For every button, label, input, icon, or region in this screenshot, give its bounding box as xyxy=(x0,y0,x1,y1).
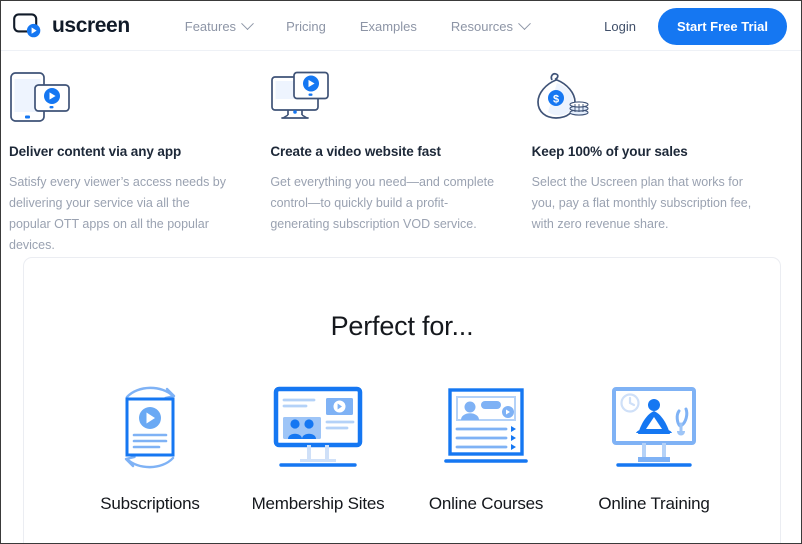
nav-label: Examples xyxy=(359,18,417,34)
login-link[interactable]: Login xyxy=(604,19,636,34)
money-bag-coins-icon: $ xyxy=(532,71,757,127)
nav-label: Pricing xyxy=(286,18,326,34)
feature-column: $ Keep 100% of your sales Select the Usc… xyxy=(532,71,793,256)
subscriptions-recurring-video-icon xyxy=(105,378,195,476)
site-logo[interactable]: uscreen xyxy=(13,13,130,39)
membership-sites-monitor-icon xyxy=(264,378,372,476)
start-free-trial-button[interactable]: Start Free Trial xyxy=(657,7,787,45)
use-case-subscriptions[interactable]: Subscriptions xyxy=(66,378,234,514)
feature-body: Select the Uscreen plan that works for y… xyxy=(531,175,752,231)
use-case-online-training[interactable]: Online Training xyxy=(570,378,738,514)
main-navigation: Features Pricing Examples Resources xyxy=(168,16,546,34)
online-training-yoga-icon xyxy=(600,378,708,476)
feature-body: Get everything you need—and complete con… xyxy=(270,175,495,231)
browser-viewport: uscreen Features Pricing Examples Resour… xyxy=(0,0,802,544)
nav-label: Features xyxy=(184,18,237,34)
uscreen-play-logo-icon xyxy=(13,13,45,39)
use-case-membership-sites[interactable]: Membership Sites xyxy=(234,378,402,514)
use-case-label: Online Training xyxy=(598,494,710,513)
chevron-down-icon xyxy=(241,16,254,30)
nav-item-pricing[interactable]: Pricing xyxy=(269,19,343,34)
feature-title: Keep 100% of your sales xyxy=(531,144,688,159)
feature-title: Deliver content via any app xyxy=(9,144,182,159)
use-case-online-courses[interactable]: Online Courses xyxy=(402,378,570,514)
feature-body: Satisfy every viewer’s access needs by d… xyxy=(9,175,226,252)
nav-item-features[interactable]: Features xyxy=(168,16,269,34)
logo-wordmark: uscreen xyxy=(52,14,130,37)
use-case-label: Membership Sites xyxy=(251,494,385,513)
desktop-monitor-video-icon xyxy=(270,71,495,127)
feature-title: Create a video website fast xyxy=(270,144,441,159)
chevron-down-icon xyxy=(518,16,531,30)
nav-label: Resources xyxy=(450,18,514,34)
perfect-for-card: Perfect for... Subscriptions Membership … xyxy=(23,257,781,543)
feature-column: Create a video website fast Get everythi… xyxy=(270,71,531,256)
online-courses-lessons-icon xyxy=(436,378,536,476)
nav-item-examples[interactable]: Examples xyxy=(343,19,434,34)
use-case-label: Subscriptions xyxy=(100,494,200,513)
site-header: uscreen Features Pricing Examples Resour… xyxy=(1,1,801,51)
svg-text:$: $ xyxy=(553,94,559,106)
perfect-for-heading: Perfect for... xyxy=(330,311,474,341)
nav-item-resources[interactable]: Resources xyxy=(434,16,546,34)
use-case-label: Online Courses xyxy=(428,494,544,513)
use-case-grid: Subscriptions Membership Sites Online Co… xyxy=(24,342,780,514)
header-actions: Login Start Free Trial xyxy=(604,7,787,45)
feature-columns: Deliver content via any app Satisfy ever… xyxy=(1,51,801,256)
feature-column: Deliver content via any app Satisfy ever… xyxy=(9,71,270,256)
phone-tablet-video-icon xyxy=(9,71,234,127)
